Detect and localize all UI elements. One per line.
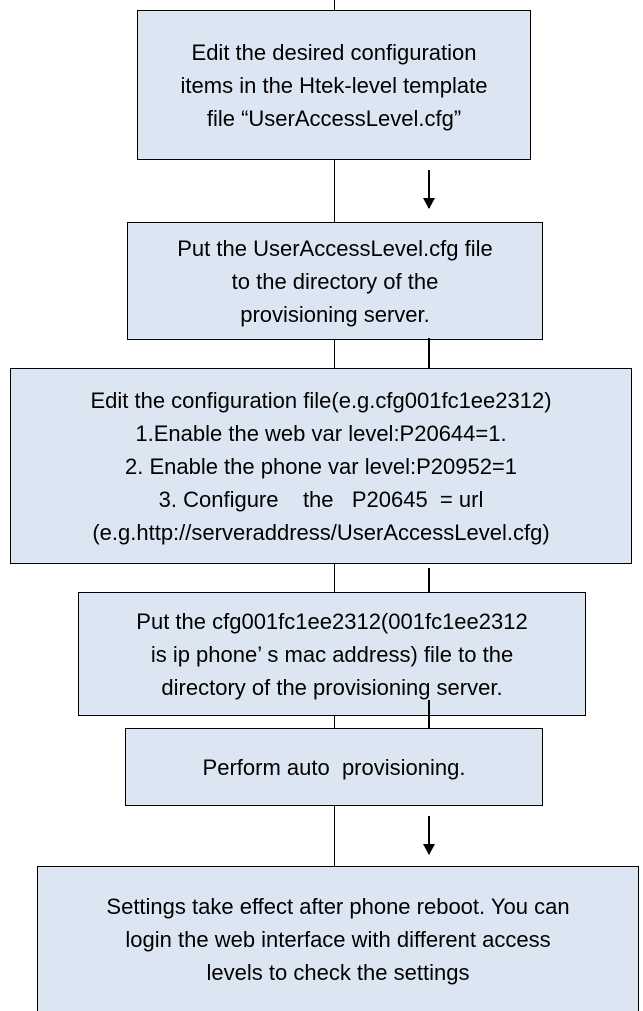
arrow-down-5 — [423, 816, 435, 855]
step-6-line: levels to check the settings — [206, 959, 470, 985]
step-5-box: Perform auto provisioning. — [125, 728, 543, 806]
step-2-line: Put the UserAccessLevel.cfg file — [177, 235, 493, 261]
step-4-line: directory of the provisioning server. — [161, 674, 503, 700]
step-2-box: Put the UserAccessLevel.cfg file to the … — [127, 222, 543, 340]
step-1-box: Edit the desired configuration items in … — [137, 10, 531, 160]
step-1-line: Edit the desired configuration — [191, 39, 477, 65]
step-3-line: 2. Enable the phone var level:P20952=1 — [124, 453, 518, 479]
step-6-box: Settings take effect after phone reboot.… — [37, 866, 639, 1011]
step-4-text: Put the cfg001fc1ee2312(001fc1ee2312 is … — [136, 605, 527, 704]
step-2-text: Put the UserAccessLevel.cfg file to the … — [177, 232, 492, 331]
step-5-text: Perform auto provisioning. — [203, 751, 466, 784]
step-3-text: Edit the configuration file(e.g.cfg001fc… — [90, 384, 551, 549]
arrow-down-1 — [423, 170, 435, 209]
step-3-line: 3. Configure the P20645 = url — [158, 486, 484, 512]
step-2-line: to the directory of the — [231, 268, 439, 294]
step-1-line: file “UserAccessLevel.cfg” — [206, 105, 462, 131]
step-3-box: Edit the configuration file(e.g.cfg001fc… — [10, 368, 632, 564]
step-4-box: Put the cfg001fc1ee2312(001fc1ee2312 is … — [78, 592, 586, 716]
step-5-line: Perform auto provisioning. — [202, 754, 466, 780]
step-4-line: is ip phone’ s mac address) file to the — [150, 641, 514, 667]
step-1-line: items in the Htek-level template — [180, 72, 488, 98]
step-3-line: Edit the configuration file(e.g.cfg001fc… — [90, 387, 552, 413]
step-1-text: Edit the desired configuration items in … — [181, 36, 488, 135]
step-6-text: Settings take effect after phone reboot.… — [106, 890, 569, 989]
step-4-line: Put the cfg001fc1ee2312(001fc1ee2312 — [136, 608, 528, 634]
step-6-line: Settings take effect after phone reboot.… — [106, 893, 570, 919]
step-3-line: (e.g.http://serveraddress/UserAccessLeve… — [92, 519, 550, 545]
step-6-line: login the web interface with different a… — [125, 926, 551, 952]
step-3-line: 1.Enable the web var level:P20644=1. — [135, 420, 507, 446]
step-2-line: provisioning server. — [240, 301, 430, 327]
